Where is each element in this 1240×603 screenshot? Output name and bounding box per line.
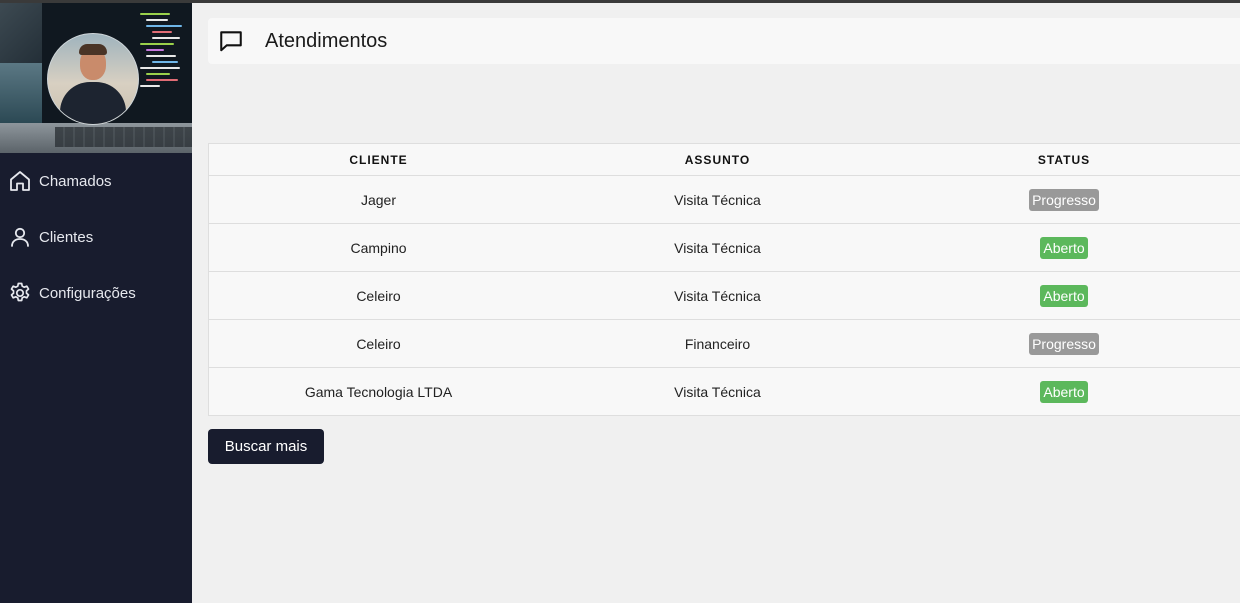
status-badge: Aberto xyxy=(1040,284,1088,307)
sidebar-item-clientes[interactable]: Clientes xyxy=(0,209,192,265)
cell-assunto: Visita Técnica xyxy=(674,383,761,400)
status-badge: Progresso xyxy=(1029,188,1099,211)
sidebar-nav: Chamados Clientes Configurações xyxy=(0,153,192,321)
cell-status: Aberto xyxy=(887,223,1240,272)
main-content: Atendimentos CLIENTE ASSUNTO STATUS Jage… xyxy=(192,3,1240,603)
cell-assunto: Visita Técnica xyxy=(548,271,887,320)
cell-assunto: Visita Técnica xyxy=(548,175,887,224)
cell-cliente: Jager xyxy=(209,175,548,224)
cell-status: Aberto xyxy=(887,271,1240,320)
table-body: Jager Visita Técnica Progresso Campino Visit… xyxy=(209,175,1240,416)
sidebar-item-label: Configurações xyxy=(39,284,136,302)
cell-cliente: Campino xyxy=(209,223,548,272)
gear-icon xyxy=(10,282,30,302)
cell-assunto: Visita Técnica xyxy=(548,223,887,272)
column-header-assunto: ASSUNTO xyxy=(548,144,887,176)
cell-status: Progresso xyxy=(887,319,1240,368)
table-row[interactable]: Jager Visita Técnica Progresso xyxy=(209,175,1240,224)
load-more-button[interactable]: Buscar mais xyxy=(208,429,324,464)
cell-cliente: Celeiro xyxy=(209,319,548,368)
sidebar-item-configuracoes[interactable]: Configurações xyxy=(0,265,192,321)
status-badge: Aberto xyxy=(1040,236,1088,259)
table-row[interactable]: Celeiro Financeiro Progresso xyxy=(209,319,1240,368)
table-row[interactable]: Celeiro Visita Técnica Aberto xyxy=(209,271,1240,320)
sidebar: Chamados Clientes Configurações xyxy=(0,3,192,603)
status-badge: Progresso xyxy=(1029,332,1099,355)
sidebar-item-label: Chamados xyxy=(39,172,112,190)
table-row[interactable]: Gama Tecnologia LTDA Visita Técnica Aberto xyxy=(209,368,1240,416)
laptop-keyboard xyxy=(55,127,192,147)
column-header-cliente: CLIENTE xyxy=(209,144,548,176)
table-header-row: CLIENTE ASSUNTO STATUS xyxy=(209,144,1240,176)
cell-assunto: Financeiro xyxy=(548,319,887,368)
table-row[interactable]: Campino Visita Técnica Aberto xyxy=(209,223,1240,272)
page-header: Atendimentos xyxy=(208,18,1240,64)
status-badge: Aberto xyxy=(1040,380,1088,403)
avatar[interactable] xyxy=(47,33,139,125)
sidebar-item-label: Clientes xyxy=(39,228,94,246)
tickets-table: CLIENTE ASSUNTO STATUS Jager Visita Técni… xyxy=(208,143,1240,416)
home-icon xyxy=(10,171,30,191)
page-title: Atendimentos xyxy=(265,29,388,52)
column-header-status: STATUS xyxy=(887,144,1240,176)
cell-status: Aberto xyxy=(887,368,1240,416)
cell-status: Progresso xyxy=(887,175,1240,224)
user-icon xyxy=(11,227,29,247)
sidebar-item-chamados[interactable]: Chamados xyxy=(0,153,192,209)
sidebar-cover-image xyxy=(0,3,192,153)
cell-cliente: Celeiro xyxy=(209,271,548,320)
cell-cliente: Gama Tecnologia LTDA xyxy=(304,383,453,400)
chat-icon xyxy=(220,31,242,52)
